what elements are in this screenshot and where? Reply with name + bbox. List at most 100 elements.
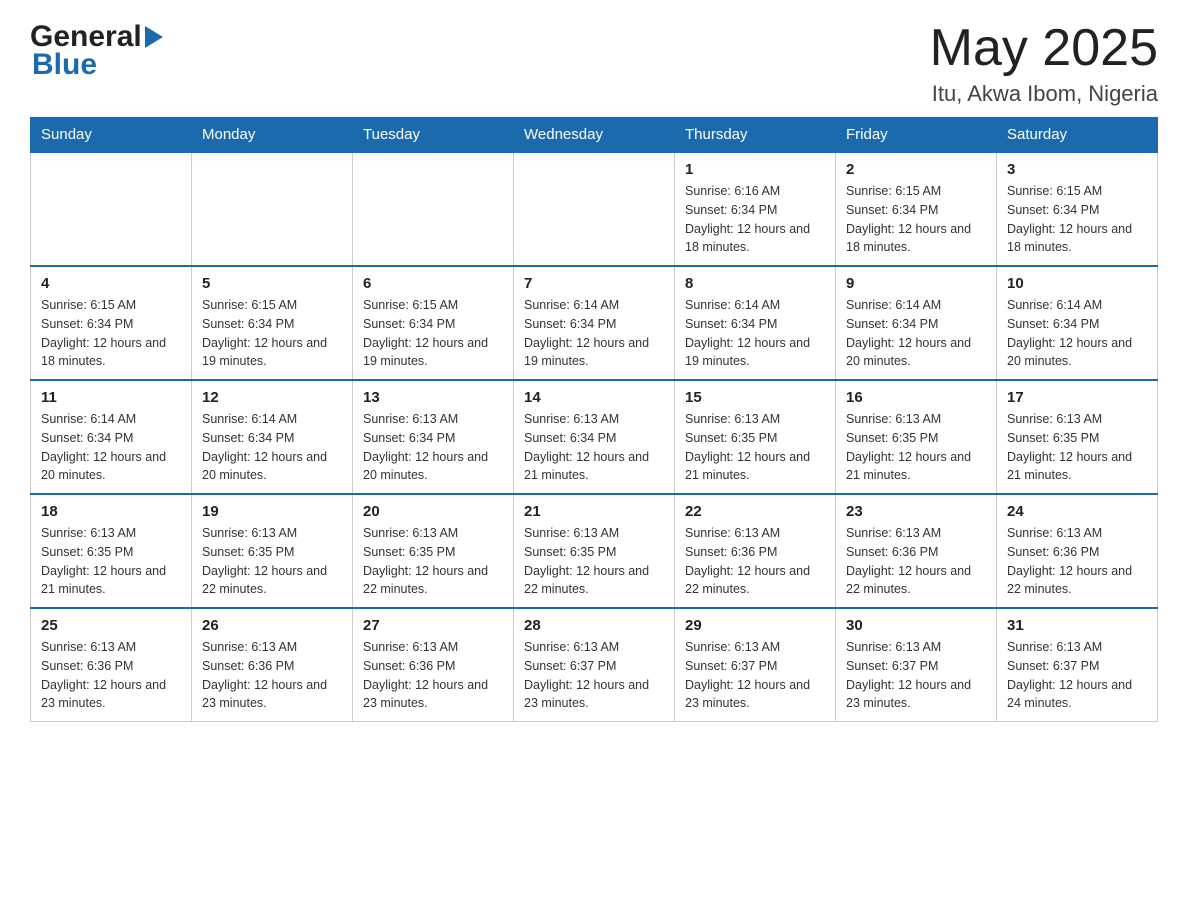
calendar-cell: 20Sunrise: 6:13 AMSunset: 6:35 PMDayligh… [353,494,514,608]
day-number: 30 [846,617,986,634]
day-info: Daylight: 12 hours and 18 minutes. [846,220,986,258]
day-info: Sunset: 6:35 PM [363,543,503,562]
day-info: Daylight: 12 hours and 20 minutes. [363,448,503,486]
calendar-title: May 2025 [930,20,1158,77]
logo-arrow-icon [145,26,163,53]
calendar-cell [353,152,514,266]
calendar-cell: 1Sunrise: 6:16 AMSunset: 6:34 PMDaylight… [675,152,836,266]
day-info: Daylight: 12 hours and 19 minutes. [363,334,503,372]
header-day-thursday: Thursday [675,118,836,153]
day-info: Daylight: 12 hours and 21 minutes. [41,562,181,600]
day-info: Daylight: 12 hours and 20 minutes. [846,334,986,372]
week-row-2: 4Sunrise: 6:15 AMSunset: 6:34 PMDaylight… [31,266,1158,380]
calendar-cell: 14Sunrise: 6:13 AMSunset: 6:34 PMDayligh… [514,380,675,494]
day-info: Sunrise: 6:13 AM [41,638,181,657]
day-info: Sunrise: 6:16 AM [685,182,825,201]
calendar-cell: 5Sunrise: 6:15 AMSunset: 6:34 PMDaylight… [192,266,353,380]
week-row-5: 25Sunrise: 6:13 AMSunset: 6:36 PMDayligh… [31,608,1158,722]
calendar-cell: 16Sunrise: 6:13 AMSunset: 6:35 PMDayligh… [836,380,997,494]
calendar-cell: 23Sunrise: 6:13 AMSunset: 6:36 PMDayligh… [836,494,997,608]
day-info: Daylight: 12 hours and 20 minutes. [202,448,342,486]
calendar-cell: 4Sunrise: 6:15 AMSunset: 6:34 PMDaylight… [31,266,192,380]
day-number: 13 [363,389,503,406]
title-section: May 2025 Itu, Akwa Ibom, Nigeria [930,20,1158,107]
day-number: 8 [685,275,825,292]
day-number: 4 [41,275,181,292]
day-info: Daylight: 12 hours and 22 minutes. [363,562,503,600]
day-number: 19 [202,503,342,520]
calendar-cell: 10 Sunrise: 6:14 AMSunset: 6:34 PMDayligh… [997,266,1158,380]
day-info: Daylight: 12 hours and 22 minutes. [685,562,825,600]
day-info: Sunset: 6:35 PM [685,429,825,448]
day-info: Sunset: 6:36 PM [202,657,342,676]
calendar-cell: 12Sunrise: 6:14 AMSunset: 6:34 PMDayligh… [192,380,353,494]
day-info: Sunrise: 6:13 AM [1007,524,1147,543]
calendar-cell: 25Sunrise: 6:13 AMSunset: 6:36 PMDayligh… [31,608,192,722]
day-info: Sunset: 6:35 PM [846,429,986,448]
calendar-header: SundayMondayTuesdayWednesdayThursdayFrid… [31,118,1158,153]
day-info: Sunrise: 6:13 AM [524,524,664,543]
logo: General Blue [30,20,163,82]
day-info: Sunset: 6:36 PM [41,657,181,676]
day-info: Sunset: 6:34 PM [846,201,986,220]
day-info: Sunrise: 6:13 AM [41,524,181,543]
day-info: Sunset: 6:34 PM [41,429,181,448]
day-info: Daylight: 12 hours and 22 minutes. [524,562,664,600]
day-info: Sunset: 6:34 PM [1007,315,1147,334]
calendar-cell: 2 Sunrise: 6:15 AMSunset: 6:34 PMDaylight… [836,152,997,266]
day-number: 18 [41,503,181,520]
day-number: 27 [363,617,503,634]
day-info: Daylight: 12 hours and 23 minutes. [202,676,342,714]
day-info: Daylight: 12 hours and 24 minutes. [1007,676,1147,714]
day-info: Sunset: 6:35 PM [1007,429,1147,448]
day-info: Sunrise: 6:13 AM [846,638,986,657]
calendar-cell: 22Sunrise: 6:13 AMSunset: 6:36 PMDayligh… [675,494,836,608]
header-day-saturday: Saturday [997,118,1158,153]
day-number: 24 [1007,503,1147,520]
day-info: Sunrise: 6:14 AM [685,296,825,315]
day-number: 6 [363,275,503,292]
calendar-cell: 13Sunrise: 6:13 AMSunset: 6:34 PMDayligh… [353,380,514,494]
calendar-cell: 31Sunrise: 6:13 AMSunset: 6:37 PMDayligh… [997,608,1158,722]
day-info: Sunset: 6:34 PM [363,429,503,448]
day-info: Sunrise: 6:13 AM [1007,410,1147,429]
calendar-cell: 3Sunrise: 6:15 AMSunset: 6:34 PMDaylight… [997,152,1158,266]
day-info: Daylight: 12 hours and 23 minutes. [524,676,664,714]
header-day-sunday: Sunday [31,118,192,153]
day-info: Sunrise: 6:15 AM [41,296,181,315]
day-info: Sunset: 6:36 PM [685,543,825,562]
header-day-monday: Monday [192,118,353,153]
page-header: General Blue May 2025 Itu, Akwa Ibom, Ni… [30,20,1158,107]
header-day-tuesday: Tuesday [353,118,514,153]
day-info: Sunrise: 6:15 AM [846,182,986,201]
week-row-1: 1 Sunrise: 6:16 AM Sunset: 6:34 PMDaylight… [31,152,1158,266]
day-info: Sunset: 6:34 PM [524,315,664,334]
day-info: Daylight: 12 hours and 22 minutes. [202,562,342,600]
day-info: Sunset: 6:34 PM [41,315,181,334]
day-info: Sunset: 6:34 PM [524,429,664,448]
day-number: 3 [1007,161,1147,178]
day-info: Sunrise: 6:13 AM [846,410,986,429]
day-number: 2 [846,161,986,178]
day-info: Daylight: 12 hours and 20 minutes. [1007,334,1147,372]
calendar-cell: 29Sunrise: 6:13 AMSunset: 6:37 PMDayligh… [675,608,836,722]
day-number: 23 [846,503,986,520]
day-info: Sunrise: 6:13 AM [363,638,503,657]
day-number: 25 [41,617,181,634]
calendar-cell: 9Sunrise: 6:14 AMSunset: 6:34 PMDaylight… [836,266,997,380]
day-info: Sunset: 6:34 PM [363,315,503,334]
day-info: Sunrise: 6:14 AM [41,410,181,429]
day-info: Daylight: 12 hours and 23 minutes. [685,676,825,714]
week-row-4: 18Sunrise: 6:13 AMSunset: 6:35 PMDayligh… [31,494,1158,608]
day-info: Sunset: 6:37 PM [524,657,664,676]
day-number: 10 [1007,275,1147,292]
day-number: 17 [1007,389,1147,406]
day-number: 28 [524,617,664,634]
calendar-cell: 15Sunrise: 6:13 AMSunset: 6:35 PMDayligh… [675,380,836,494]
day-number: 1 [685,161,825,178]
day-info: Sunrise: 6:13 AM [524,638,664,657]
calendar-cell: 28 Sunrise: 6:13 AMSunset: 6:37 PMDayligh… [514,608,675,722]
calendar-cell: 18Sunrise: 6:13 AMSunset: 6:35 PMDayligh… [31,494,192,608]
day-info: Sunrise: 6:14 AM [1007,296,1147,315]
day-info: Daylight: 12 hours and 23 minutes. [846,676,986,714]
